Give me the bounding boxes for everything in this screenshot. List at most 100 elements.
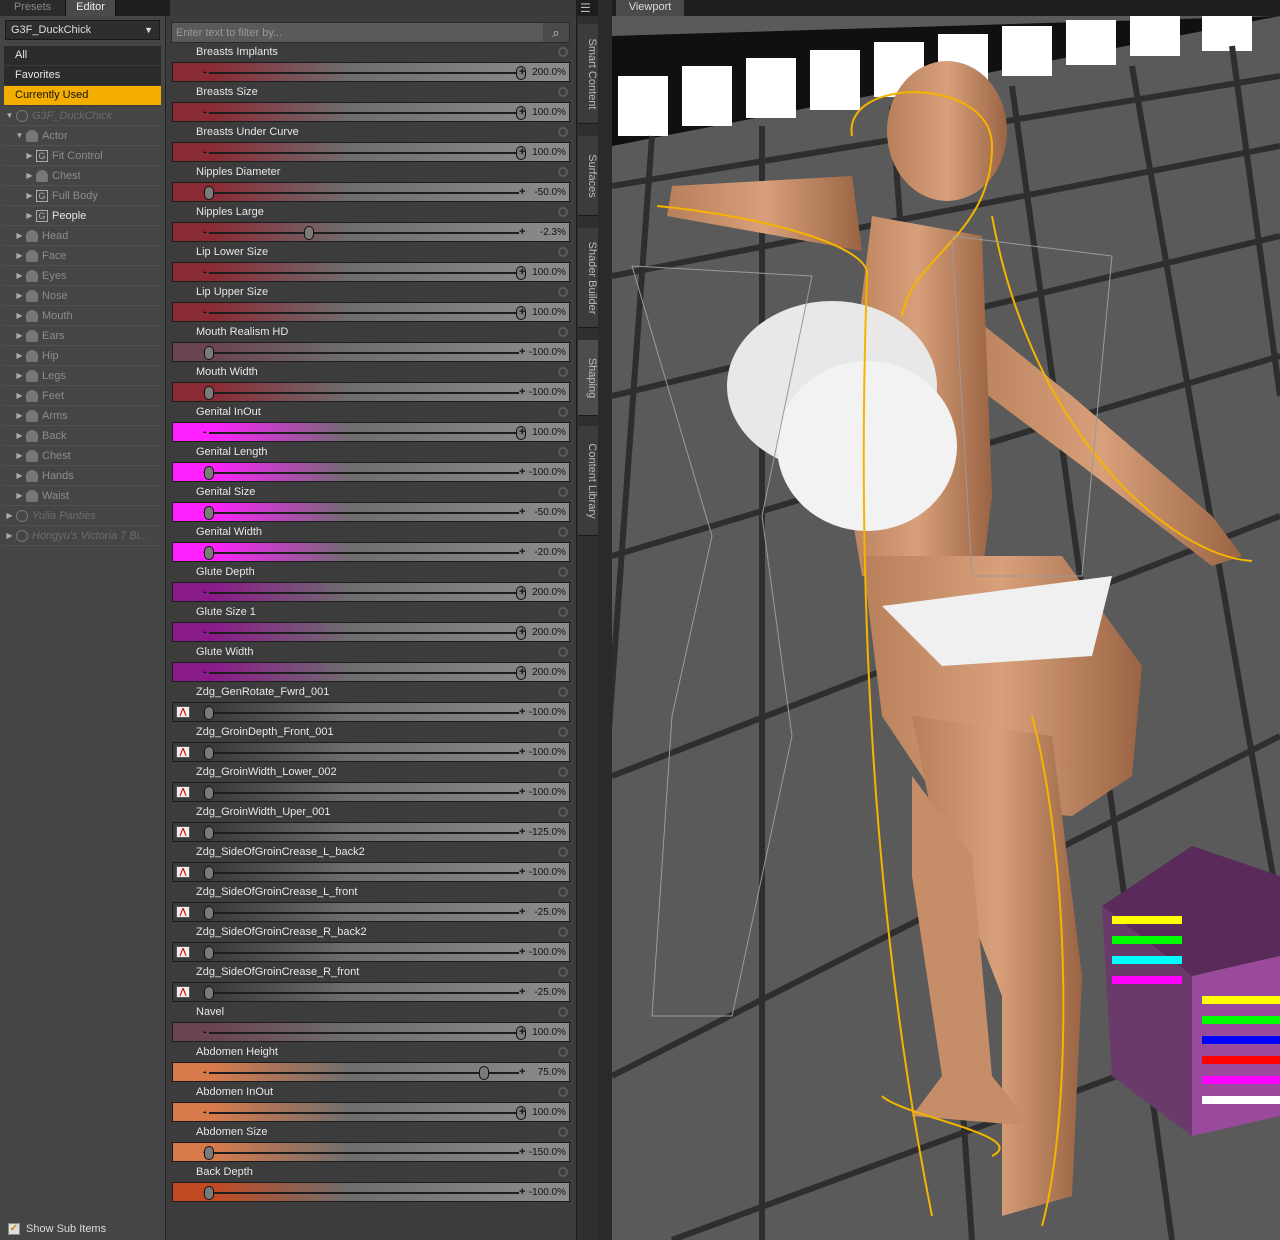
property-slider[interactable]: ⋀-+-100.0% bbox=[172, 942, 570, 962]
tree-node[interactable]: ▶ Arms bbox=[4, 406, 161, 426]
tree-node[interactable]: ▶ Mouth bbox=[4, 306, 161, 326]
increment-button[interactable]: + bbox=[519, 905, 525, 919]
increment-button[interactable]: + bbox=[519, 785, 525, 799]
property-slider[interactable]: ⋀-+-100.0% bbox=[172, 702, 570, 722]
property-value[interactable]: -100.0% bbox=[529, 747, 566, 758]
property-value[interactable]: -100.0% bbox=[529, 707, 566, 718]
property-slider[interactable]: -+-100.0% bbox=[172, 382, 570, 402]
slider-knob[interactable] bbox=[204, 746, 214, 760]
gear-icon[interactable] bbox=[558, 47, 568, 57]
decrement-button[interactable]: - bbox=[203, 625, 207, 639]
property-slider[interactable]: -+-100.0% bbox=[172, 462, 570, 482]
gear-icon[interactable] bbox=[558, 607, 568, 617]
slider-knob[interactable] bbox=[204, 386, 214, 400]
tab-editor[interactable]: Editor bbox=[66, 0, 116, 16]
slider-knob[interactable] bbox=[204, 946, 214, 960]
tab-viewport[interactable]: Viewport bbox=[616, 0, 684, 16]
property-slider[interactable]: - +100.0% bbox=[172, 262, 570, 282]
tree-node[interactable]: ▶ Back bbox=[4, 426, 161, 446]
increment-button[interactable]: + bbox=[519, 105, 525, 119]
expand-arrow-icon[interactable]: ▶ bbox=[15, 306, 24, 325]
property-value[interactable]: 100.0% bbox=[532, 1107, 566, 1118]
category-favorites[interactable]: Favorites bbox=[4, 66, 161, 86]
gear-icon[interactable] bbox=[558, 727, 568, 737]
property-value[interactable]: 100.0% bbox=[532, 267, 566, 278]
increment-button[interactable]: + bbox=[519, 585, 525, 599]
increment-button[interactable]: + bbox=[519, 825, 525, 839]
property-value[interactable]: -100.0% bbox=[529, 947, 566, 958]
gear-icon[interactable] bbox=[558, 207, 568, 217]
gear-icon[interactable] bbox=[558, 567, 568, 577]
property-slider[interactable]: -+-100.0% bbox=[172, 1182, 570, 1202]
gear-icon[interactable] bbox=[558, 647, 568, 657]
property-slider[interactable]: - + -2.3% bbox=[172, 222, 570, 242]
slider-knob[interactable] bbox=[204, 986, 214, 1000]
gear-icon[interactable] bbox=[558, 927, 568, 937]
slider-knob[interactable] bbox=[204, 1186, 214, 1200]
property-slider[interactable]: - +100.0% bbox=[172, 1022, 570, 1042]
slider-knob[interactable] bbox=[478, 1066, 489, 1080]
slider-knob[interactable] bbox=[204, 546, 214, 560]
collapse-arrow-icon[interactable]: ▼ bbox=[15, 126, 24, 145]
property-value[interactable]: -100.0% bbox=[529, 467, 566, 478]
increment-button[interactable]: + bbox=[519, 625, 525, 639]
slider-knob[interactable] bbox=[204, 466, 214, 480]
property-slider[interactable]: - +100.0% bbox=[172, 422, 570, 442]
expand-arrow-icon[interactable]: ▶ bbox=[25, 166, 34, 185]
increment-button[interactable]: + bbox=[519, 665, 525, 679]
decrement-button[interactable]: - bbox=[203, 1025, 207, 1039]
gear-icon[interactable] bbox=[558, 1087, 568, 1097]
decrement-button[interactable]: - bbox=[203, 1065, 207, 1079]
tree-node[interactable]: ▶ Face bbox=[4, 246, 161, 266]
increment-button[interactable]: + bbox=[519, 505, 525, 519]
decrement-button[interactable]: - bbox=[203, 65, 207, 79]
property-value[interactable]: 100.0% bbox=[532, 147, 566, 158]
gear-icon[interactable] bbox=[558, 287, 568, 297]
property-value[interactable]: -25.0% bbox=[534, 907, 566, 918]
property-slider[interactable]: -+-50.0% bbox=[172, 502, 570, 522]
expand-arrow-icon[interactable]: ▶ bbox=[25, 186, 34, 205]
slider-knob[interactable] bbox=[204, 826, 214, 840]
tree-node[interactable]: ▶ Hongyu's Victoria 7 Bi... bbox=[4, 526, 161, 546]
hamburger-icon[interactable]: ☰ bbox=[580, 1, 591, 15]
tree-node[interactable]: ▶ Waist bbox=[4, 486, 161, 506]
expand-arrow-icon[interactable]: ▶ bbox=[15, 386, 24, 405]
expand-arrow-icon[interactable]: ▶ bbox=[15, 486, 24, 505]
side-tab-shader-builder[interactable]: Shader Builder bbox=[578, 228, 598, 328]
increment-button[interactable]: + bbox=[519, 465, 525, 479]
property-slider[interactable]: ⋀-+-100.0% bbox=[172, 742, 570, 762]
gear-icon[interactable] bbox=[558, 847, 568, 857]
property-value[interactable]: -20.0% bbox=[534, 547, 566, 558]
gear-icon[interactable] bbox=[558, 487, 568, 497]
expand-arrow-icon[interactable]: ▶ bbox=[5, 526, 14, 545]
property-slider[interactable]: -+-50.0% bbox=[172, 182, 570, 202]
side-tab-shaping[interactable]: Shaping bbox=[578, 340, 598, 416]
tree-node[interactable]: ▶ Yulia Panties bbox=[4, 506, 161, 526]
decrement-button[interactable]: - bbox=[203, 105, 207, 119]
expand-arrow-icon[interactable]: ▶ bbox=[15, 406, 24, 425]
increment-button[interactable]: + bbox=[519, 425, 525, 439]
gear-icon[interactable] bbox=[558, 687, 568, 697]
preset-select[interactable]: G3F_DuckChick ▼ bbox=[5, 20, 160, 40]
tree-node[interactable]: ▶ G Fit Control bbox=[4, 146, 161, 166]
slider-knob[interactable] bbox=[204, 506, 214, 520]
gear-icon[interactable] bbox=[558, 1167, 568, 1177]
increment-button[interactable]: + bbox=[519, 305, 525, 319]
filter-input[interactable] bbox=[172, 23, 542, 42]
increment-button[interactable]: + bbox=[519, 545, 525, 559]
increment-button[interactable]: + bbox=[519, 225, 525, 239]
decrement-button[interactable]: - bbox=[203, 225, 207, 239]
increment-button[interactable]: + bbox=[519, 865, 525, 879]
gear-icon[interactable] bbox=[558, 407, 568, 417]
gear-icon[interactable] bbox=[558, 767, 568, 777]
gear-icon[interactable] bbox=[558, 327, 568, 337]
increment-button[interactable]: + bbox=[519, 945, 525, 959]
decrement-button[interactable]: - bbox=[203, 305, 207, 319]
tree-node[interactable]: ▶ Ears bbox=[4, 326, 161, 346]
property-slider[interactable]: - +100.0% bbox=[172, 102, 570, 122]
gear-icon[interactable] bbox=[558, 87, 568, 97]
property-value[interactable]: -100.0% bbox=[529, 1187, 566, 1198]
slider-knob[interactable] bbox=[303, 226, 314, 240]
property-slider[interactable]: - +100.0% bbox=[172, 142, 570, 162]
expand-arrow-icon[interactable]: ▶ bbox=[15, 426, 24, 445]
